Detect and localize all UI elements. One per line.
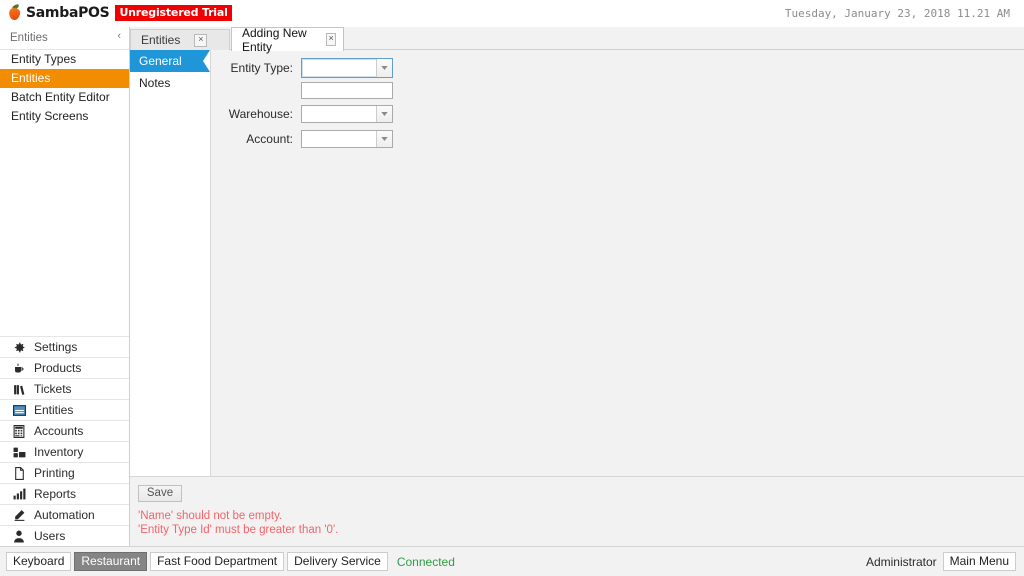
entity-type-combobox[interactable] — [301, 58, 393, 78]
statusbar-right-group: Administrator Main Menu — [866, 552, 1016, 571]
close-icon[interactable]: × — [326, 33, 336, 46]
module-tickets[interactable]: Tickets — [0, 378, 129, 399]
module-label: Inventory — [34, 445, 84, 459]
sidebar-item-entity-screens[interactable]: Entity Screens — [0, 107, 129, 126]
sidebar-item-batch-entity-editor[interactable]: Batch Entity Editor — [0, 88, 129, 107]
current-user-label: Administrator — [865, 554, 937, 569]
module-reports[interactable]: Reports — [0, 483, 129, 504]
statusbar-keyboard-button[interactable]: Keyboard — [6, 552, 72, 571]
module-inventory[interactable]: Inventory — [0, 441, 129, 462]
pepper-icon — [7, 4, 23, 22]
module-label: Products — [34, 361, 82, 375]
account-combobox[interactable] — [301, 130, 393, 148]
module-label: Entities — [34, 403, 74, 417]
statusbar-delivery-service-button[interactable]: Delivery Service — [287, 552, 388, 571]
module-label: Accounts — [34, 424, 84, 438]
module-automation[interactable]: Automation — [0, 504, 129, 525]
module-accounts[interactable]: Accounts — [0, 420, 129, 441]
chevron-left-icon[interactable]: ‹ — [117, 30, 121, 42]
module-label: Automation — [34, 508, 95, 522]
sidebar-nav-list: Entity Types Entities Batch Entity Edito… — [0, 50, 129, 126]
app-logo-group: SambaPOS Unregistered Trial — [7, 2, 232, 24]
form-action-region: Save 'Name' should not be empty. 'Entity… — [130, 476, 1024, 546]
statusbar-fast-food-department-button[interactable]: Fast Food Department — [150, 552, 285, 571]
trial-badge: Unregistered Trial — [115, 5, 232, 21]
app-titlebar: SambaPOS Unregistered Trial Tuesday, Jan… — [0, 0, 1024, 28]
tab-adding-new-entity[interactable]: Adding New Entity × — [231, 25, 344, 54]
boxes-icon — [11, 445, 27, 459]
clock-display: Tuesday, January 23, 2018 11.21 AM — [784, 7, 1010, 20]
name-input[interactable] — [301, 82, 393, 99]
sidebar-item-entity-types[interactable]: Entity Types — [0, 50, 129, 69]
tab-label: Entities — [141, 33, 181, 47]
validation-message: 'Name' should not be empty. — [138, 510, 283, 522]
gear-icon — [11, 340, 27, 354]
field-row-name — [219, 82, 393, 99]
module-printing[interactable]: Printing — [0, 462, 129, 483]
entity-type-label: Entity Type: — [230, 61, 293, 75]
entity-section-tablist: General Notes — [130, 50, 211, 476]
connection-status: Connected — [396, 554, 455, 569]
sidebar-header-label: Entities — [10, 32, 48, 44]
module-label: Printing — [34, 466, 75, 480]
tab-label: Adding New Entity — [242, 25, 307, 54]
statusbar-left-group: Keyboard Restaurant Fast Food Department… — [6, 552, 455, 571]
warehouse-label: Warehouse: — [228, 107, 293, 121]
module-settings[interactable]: Settings — [0, 336, 129, 357]
bar-chart-icon — [11, 487, 27, 501]
page-icon — [11, 466, 27, 480]
module-label: Tickets — [34, 382, 72, 396]
chevron-down-icon[interactable] — [376, 106, 392, 122]
entity-general-form: Entity Type: Warehouse: Account: — [211, 50, 1024, 476]
module-nav: Settings Products Tickets Entities Accou… — [0, 336, 129, 546]
sidebar-header: Entities ‹ — [0, 27, 129, 50]
document-tabstrip: Entities × Adding New Entity × — [130, 25, 1024, 54]
card-icon — [11, 403, 27, 417]
module-users[interactable]: Users — [0, 525, 129, 546]
person-icon — [11, 529, 27, 543]
module-entities[interactable]: Entities — [0, 399, 129, 420]
validation-message: 'Entity Type Id' must be greater than '0… — [138, 524, 339, 536]
warehouse-combobox[interactable] — [301, 105, 393, 123]
tab-entities[interactable]: Entities × — [130, 29, 230, 50]
chevron-down-icon[interactable] — [376, 59, 392, 77]
statusbar-restaurant-button[interactable]: Restaurant — [74, 552, 148, 571]
app-name: SambaPOS — [26, 5, 110, 21]
statusbar: Keyboard Restaurant Fast Food Department… — [0, 546, 1024, 576]
account-label: Account: — [246, 132, 293, 146]
main-content: General Notes Entity Type: Warehouse: Ac… — [130, 50, 1024, 546]
cup-icon — [11, 361, 27, 375]
calculator-icon — [11, 424, 27, 438]
chevron-down-icon[interactable] — [376, 131, 392, 147]
module-label: Settings — [34, 340, 78, 354]
module-label: Reports — [34, 487, 77, 501]
books-icon — [11, 382, 27, 396]
tab-general[interactable]: General — [130, 50, 210, 72]
save-button[interactable]: Save — [138, 485, 182, 502]
sidebar-item-entities[interactable]: Entities — [0, 69, 129, 88]
field-row-account: Account: — [219, 130, 393, 148]
close-icon[interactable]: × — [194, 33, 208, 47]
pencil-icon — [11, 508, 27, 522]
module-label: Users — [34, 529, 66, 543]
module-products[interactable]: Products — [0, 357, 129, 378]
field-row-entity-type: Entity Type: — [219, 58, 393, 78]
sidebar: Entities ‹ Entity Types Entities Batch E… — [0, 27, 130, 546]
tab-notes[interactable]: Notes — [130, 72, 210, 94]
main-menu-button[interactable]: Main Menu — [942, 552, 1016, 571]
field-row-warehouse: Warehouse: — [219, 105, 393, 123]
